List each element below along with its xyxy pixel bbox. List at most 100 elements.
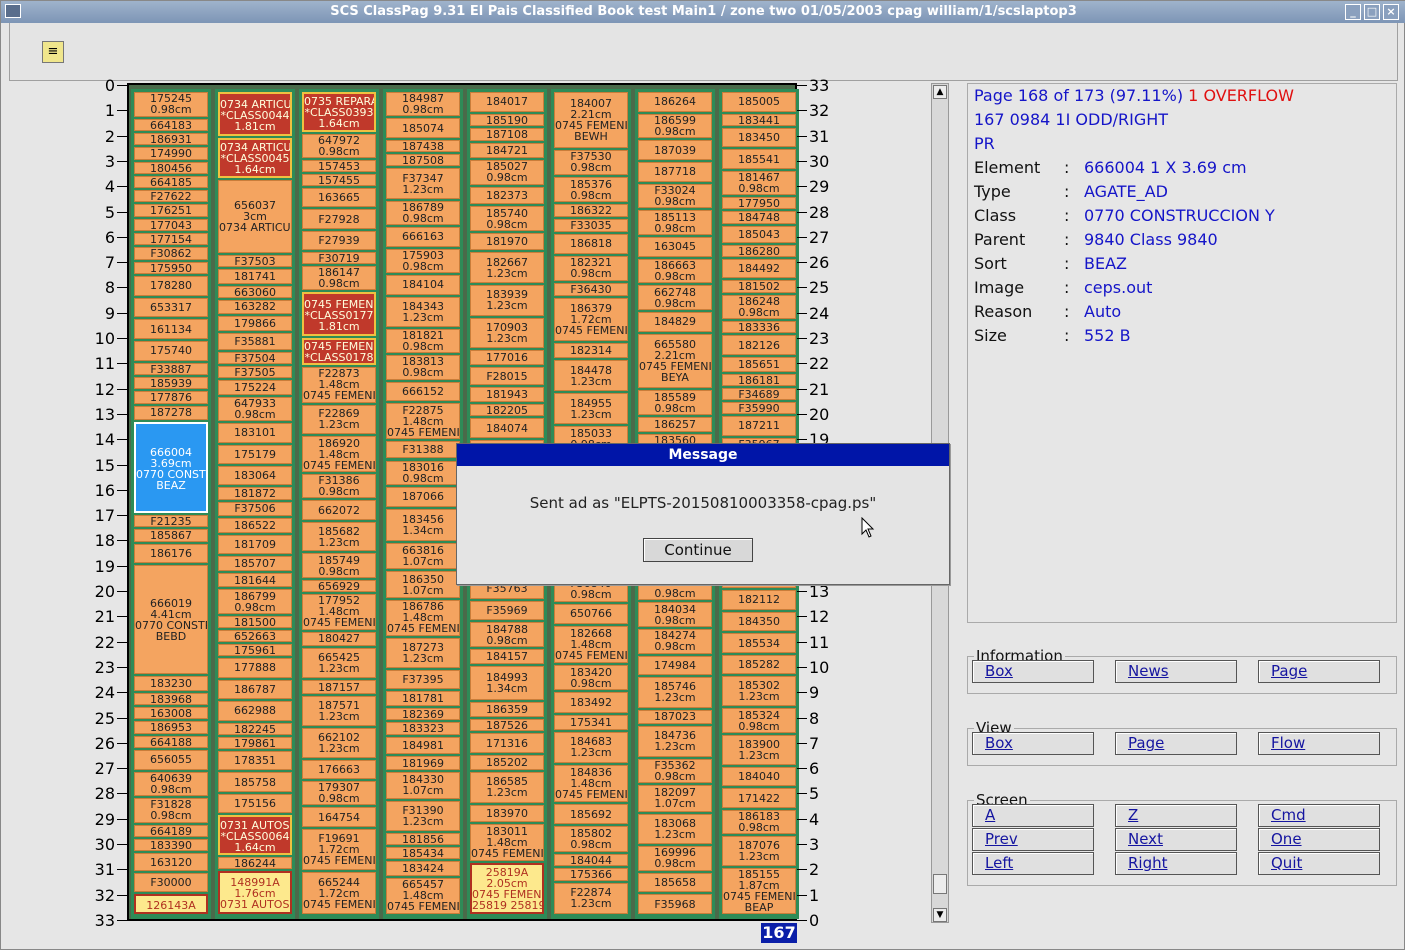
ad-box[interactable]: 180427 <box>302 631 376 647</box>
ad-box[interactable]: 184478 1.23cm <box>554 360 628 392</box>
ad-box[interactable]: 181781 <box>386 691 460 707</box>
ad-box[interactable]: F37503 <box>218 254 292 267</box>
ad-box[interactable]: 186280 <box>722 244 796 257</box>
ad-box[interactable]: 178351 <box>218 750 292 771</box>
ad-box[interactable]: 185758 <box>218 772 292 792</box>
ad-box[interactable]: 185074 <box>386 118 460 139</box>
ad-box[interactable]: 184007 2.21cm 0745 FEMENI BEWH <box>554 92 628 148</box>
ad-box[interactable]: 182126 <box>722 335 796 355</box>
ad-box[interactable]: 183016 0.98cm <box>386 460 460 485</box>
ad-box[interactable]: 186359 <box>470 701 544 717</box>
ad-box[interactable]: 185541 <box>722 149 796 169</box>
ad-box[interactable]: 665425 1.23cm <box>302 648 376 678</box>
ad-box[interactable]: 183970 <box>470 804 544 823</box>
ad-box[interactable]: 185682 1.23cm <box>302 521 376 552</box>
ad-box[interactable]: 186585 1.23cm <box>470 771 544 803</box>
ad-box[interactable]: 185043 <box>722 225 796 243</box>
ad-box[interactable]: 180456 <box>134 161 208 174</box>
ad-box[interactable]: 179866 <box>218 316 292 331</box>
ad-box[interactable]: 185376 0.98cm <box>554 177 628 203</box>
ad-box[interactable]: 184993 1.34cm <box>470 666 544 700</box>
ad-box[interactable]: 666163 <box>386 227 460 247</box>
ad-box[interactable]: 185534 <box>722 633 796 653</box>
ad-box[interactable]: F33887 <box>134 362 208 375</box>
ad-box[interactable]: 184836 1.48cm 0745 FEMENI <box>554 764 628 803</box>
screen-prev-button[interactable]: Prev <box>972 828 1094 851</box>
ad-box[interactable]: F37505 <box>218 366 292 379</box>
scroll-down-icon[interactable]: ▼ <box>933 908 947 922</box>
ad-box[interactable]: 186787 <box>218 679 292 700</box>
ad-box[interactable]: 0745 FEMENI *CLASS0177 1.81cm <box>302 292 376 337</box>
ad-box[interactable]: F22873 1.48cm 0745 FEMENI <box>302 366 376 403</box>
ad-box[interactable]: 185746 1.23cm <box>638 677 712 708</box>
ad-box[interactable]: 187076 1.23cm <box>722 836 796 867</box>
ad-box[interactable]: F37504 <box>218 351 292 365</box>
ad-box[interactable]: 177043 <box>134 218 208 232</box>
ad-box[interactable]: F37506 <box>218 501 292 517</box>
screen-left-button[interactable]: Left <box>972 852 1094 875</box>
ad-box[interactable]: 187108 <box>470 128 544 141</box>
ad-box[interactable]: 186522 <box>218 518 292 533</box>
ad-box[interactable]: 647972 0.98cm <box>302 133 376 158</box>
ad-box[interactable]: 183230 <box>134 675 208 691</box>
ad-box[interactable]: 185867 <box>134 529 208 542</box>
app-menu-icon[interactable] <box>5 4 21 18</box>
ad-box[interactable]: F33035 <box>554 218 628 232</box>
info-box-button[interactable]: Box <box>972 660 1094 683</box>
ad-box[interactable]: 175950 <box>134 261 208 274</box>
ad-box[interactable]: 640639 0.98cm <box>134 771 208 797</box>
ad-box[interactable]: 164754 <box>302 807 376 827</box>
ad-box[interactable]: 186244 <box>218 857 292 870</box>
view-box-button[interactable]: Box <box>972 732 1094 755</box>
ad-box[interactable]: 175179 <box>218 444 292 464</box>
ad-box[interactable]: 186147 0.98cm <box>302 266 376 291</box>
ad-box[interactable]: 186181 <box>722 373 796 386</box>
ad-box[interactable]: 186379 1.72cm 0745 FEMENI <box>554 297 628 342</box>
ad-box[interactable]: 178280 <box>134 275 208 296</box>
ad-box[interactable]: 665580 2.21cm 0745 FEMENI BEYA <box>638 333 712 389</box>
ad-box[interactable]: 186953 <box>134 721 208 734</box>
ad-box[interactable]: F21235 <box>134 515 208 528</box>
ad-box[interactable]: 176663 <box>302 759 376 780</box>
ad-box[interactable]: 184017 <box>470 92 544 112</box>
ad-box[interactable]: F30000 <box>134 872 208 893</box>
ad-box[interactable]: 185202 <box>470 755 544 770</box>
ad-box[interactable]: 183441 <box>722 113 796 126</box>
ad-box[interactable]: 664183 <box>134 118 208 131</box>
ad-box[interactable]: 187278 <box>134 405 208 421</box>
ad-box[interactable]: 665244 1.72cm 0745 FEMENI <box>302 872 376 914</box>
ad-box[interactable]: F37395 <box>386 669 460 690</box>
ad-box[interactable]: 181644 <box>218 572 292 588</box>
ad-box[interactable]: 181970 <box>470 233 544 251</box>
ad-box[interactable]: 182667 1.23cm <box>470 252 544 284</box>
ad-box[interactable]: F35969 <box>470 600 544 621</box>
ad-box[interactable]: 171316 <box>470 733 544 754</box>
maximize-icon[interactable]: □ <box>1364 4 1380 20</box>
ad-box[interactable]: 186789 0.98cm <box>386 200 460 226</box>
ad-box[interactable]: 186322 <box>554 204 628 217</box>
ad-box[interactable]: 184736 1.23cm <box>638 726 712 757</box>
ad-box[interactable]: 184788 0.98cm <box>470 622 544 648</box>
scroll-up-icon[interactable]: ▲ <box>933 85 947 99</box>
ad-box[interactable]: 185802 0.98cm <box>554 826 628 852</box>
ad-box[interactable]: 183323 <box>386 722 460 735</box>
info-news-button[interactable]: News <box>1115 660 1237 683</box>
ad-box[interactable]: 183968 <box>134 692 208 705</box>
ad-box[interactable]: F31386 0.98cm <box>302 474 376 499</box>
ad-box[interactable]: 653317 <box>134 297 208 318</box>
ad-box[interactable]: F27622 <box>134 190 208 203</box>
ad-box[interactable]: 175961 <box>218 644 292 657</box>
ad-box[interactable]: 184034 0.98cm <box>638 602 712 627</box>
ad-box[interactable]: 181872 <box>218 487 292 500</box>
ad-box[interactable]: 656929 <box>302 579 376 592</box>
ad-box[interactable]: 148991A 1.76cm 0731 AUTOS, <box>218 871 292 914</box>
ad-box[interactable]: 177154 <box>134 233 208 246</box>
ad-box[interactable]: 182321 0.98cm <box>554 255 628 282</box>
ad-box[interactable]: 184981 <box>386 736 460 754</box>
ad-box[interactable]: 181943 <box>470 386 544 402</box>
ad-box[interactable]: 182245 <box>218 722 292 735</box>
ad-box[interactable]: F35990 <box>722 401 796 415</box>
ad-box[interactable]: 184492 <box>722 258 796 279</box>
info-page-button[interactable]: Page <box>1258 660 1380 683</box>
ad-box[interactable]: 176251 <box>134 204 208 217</box>
